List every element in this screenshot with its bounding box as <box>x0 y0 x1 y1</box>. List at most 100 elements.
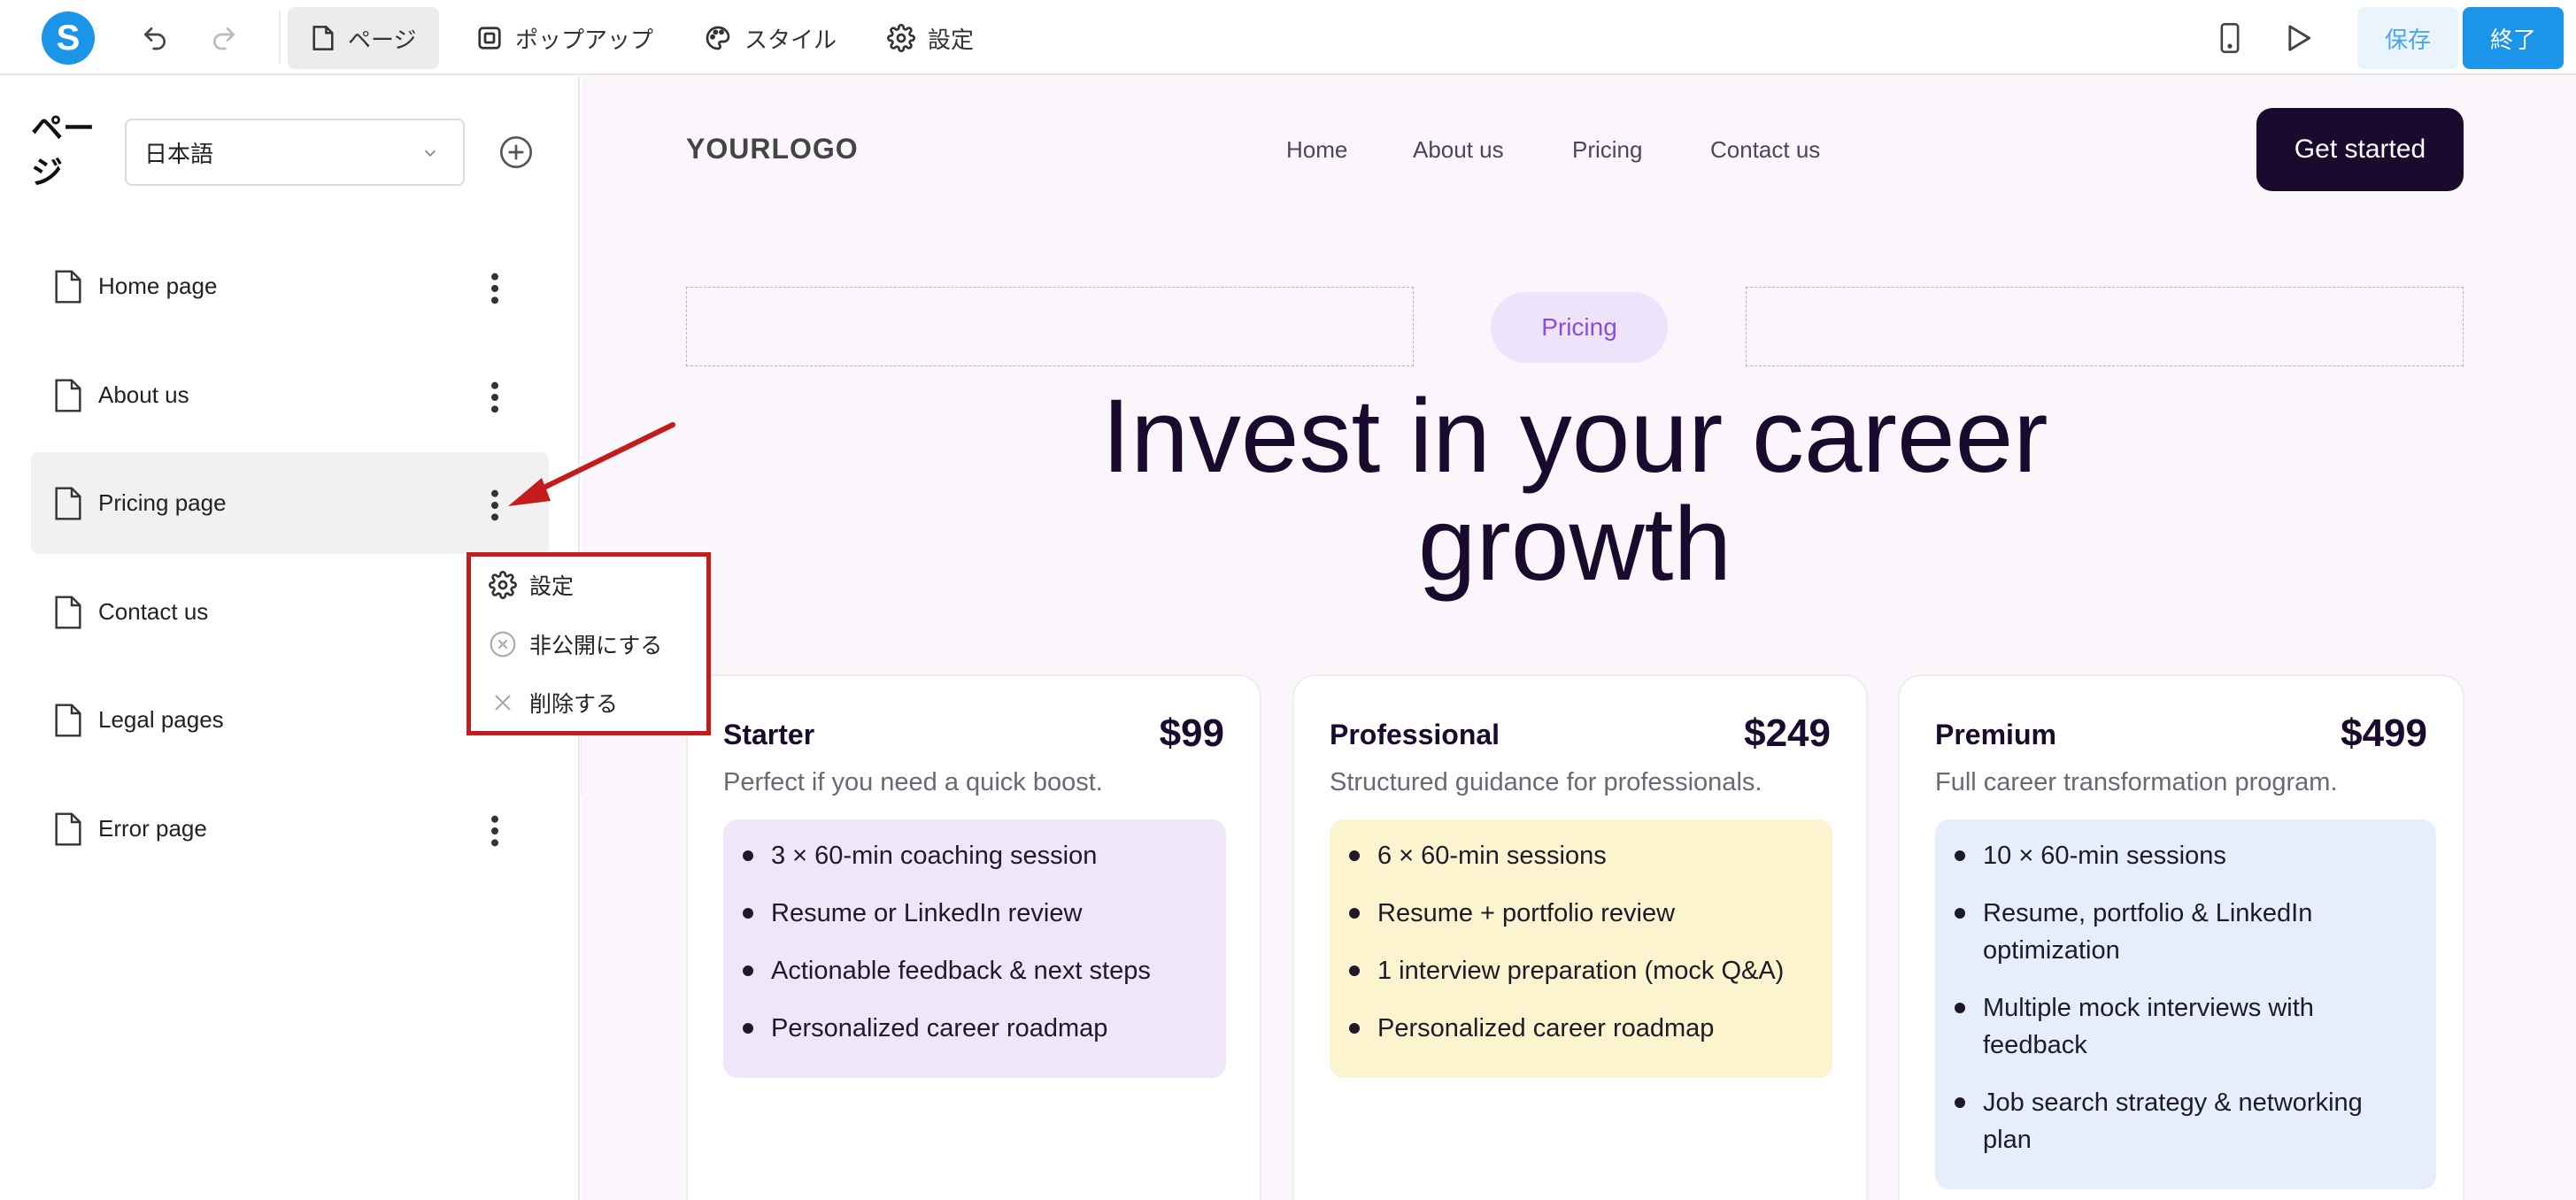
site-nav-pricing[interactable]: Pricing <box>1572 136 1642 164</box>
plan-features: 10 × 60-min sessions Resume, portfolio &… <box>1935 819 2436 1189</box>
plan-description: Full career transformation program. <box>1935 768 2338 796</box>
plan-feature: 6 × 60-min sessions <box>1330 837 1832 874</box>
plan-card-premium[interactable]: Premium $499 Full career transformation … <box>1898 674 2464 1200</box>
more-vertical-icon[interactable] <box>483 380 506 415</box>
plan-feature: Resume + portfolio review <box>1330 895 1832 932</box>
redo-button[interactable] <box>204 18 244 58</box>
page-item-label: Pricing page <box>98 489 227 516</box>
plan-price: $499 <box>2341 712 2427 755</box>
tab-popup[interactable]: ポップアップ <box>453 7 676 69</box>
language-select[interactable]: 日本語 <box>125 119 465 186</box>
page-context-menu: 設定 非公開にする 削除する <box>467 552 711 735</box>
hero-headline-line: Invest in your career <box>1101 378 2048 495</box>
plan-name: Starter <box>723 719 815 750</box>
menu-item-settings[interactable]: 設定 <box>489 567 574 603</box>
more-vertical-icon[interactable] <box>483 813 506 849</box>
plan-price: $249 <box>1744 712 1831 755</box>
plan-feature: 10 × 60-min sessions <box>1935 837 2436 874</box>
site-preview-canvas: YOURLOGO Home About us Pricing Contact u… <box>582 76 2576 1200</box>
save-button[interactable]: 保存 <box>2357 7 2458 69</box>
gear-icon <box>887 24 915 52</box>
page-icon <box>55 487 81 520</box>
tab-pages[interactable]: ページ <box>288 7 440 69</box>
plan-feature: 1 interview preparation (mock Q&A) <box>1330 952 1832 989</box>
popup-icon <box>478 27 501 50</box>
close-icon <box>495 695 511 711</box>
tab-style-label: スタイル <box>744 26 837 53</box>
plan-feature: Resume or LinkedIn review <box>723 895 1226 932</box>
undo-button[interactable] <box>135 18 175 58</box>
gear-icon <box>489 571 517 599</box>
page-item-error[interactable]: Error page <box>31 778 549 880</box>
pricing-badge: Pricing <box>1491 292 1668 363</box>
plan-features: 6 × 60-min sessions Resume + portfolio r… <box>1330 819 1832 1078</box>
page-icon <box>55 270 81 304</box>
page-item-label: About us <box>98 381 189 408</box>
tab-settings-label: 設定 <box>928 26 975 53</box>
palette-icon <box>706 26 730 50</box>
site-logo[interactable]: YOURLOGO <box>686 133 859 165</box>
menu-item-label: 設定 <box>529 574 575 599</box>
menu-item-label: 削除する <box>529 692 619 717</box>
plan-feature: Multiple mock interviews with feedback <box>1935 989 2436 1064</box>
page-icon <box>55 704 81 737</box>
tab-popup-label: ポップアップ <box>515 26 654 53</box>
plan-description: Perfect if you need a quick boost. <box>723 768 1103 796</box>
page-item-label: Error page <box>98 815 207 842</box>
tab-pages-label: ページ <box>348 26 417 53</box>
plan-feature: Personalized career roadmap <box>723 1010 1226 1047</box>
empty-block-left[interactable] <box>686 287 1414 366</box>
page-icon <box>55 596 81 629</box>
language-select-value: 日本語 <box>144 140 214 167</box>
menu-item-label: 非公開にする <box>529 634 663 658</box>
plan-price: $99 <box>1159 712 1224 755</box>
page-item-label: Contact us <box>98 598 209 625</box>
hero-headline-line: growth <box>1417 486 1732 603</box>
mobile-icon <box>2220 23 2240 53</box>
page-icon <box>55 379 81 412</box>
undo-icon <box>144 27 166 50</box>
hero-headline[interactable]: Invest in your career growth <box>686 382 2464 598</box>
plan-card-starter[interactable]: Starter $99 Perfect if you need a quick … <box>686 674 1261 1200</box>
mobile-preview-button[interactable] <box>2210 18 2250 58</box>
plan-name: Professional <box>1330 719 1500 750</box>
editor-toolbar: S ページ ポップアップ スタイル 設定 保存 終了 <box>0 0 2576 75</box>
chevron-down-icon <box>424 150 436 158</box>
plan-feature: Personalized career roadmap <box>1330 1010 1832 1047</box>
plan-feature: Job search strategy & networking plan <box>1935 1084 2436 1158</box>
tab-settings[interactable]: 設定 <box>864 7 997 69</box>
annotation-arrow <box>508 422 675 506</box>
play-icon <box>2288 25 2311 51</box>
empty-block-right[interactable] <box>1746 287 2464 366</box>
plan-description: Structured guidance for professionals. <box>1330 768 1762 796</box>
preview-button[interactable] <box>2279 18 2319 58</box>
page-item-home[interactable]: Home page <box>31 235 549 337</box>
page-item-label: Home page <box>98 273 218 299</box>
plan-feature: Actionable feedback & next steps <box>723 952 1226 989</box>
site-nav-contact[interactable]: Contact us <box>1710 136 1820 164</box>
more-vertical-icon[interactable] <box>483 271 506 306</box>
site-nav-about[interactable]: About us <box>1413 136 1504 164</box>
toolbar-divider <box>279 11 281 64</box>
app-logo[interactable]: S <box>42 12 95 65</box>
menu-item-delete[interactable]: 削除する <box>489 685 618 720</box>
panel-title: ページ <box>31 110 96 190</box>
plan-features: 3 × 60-min coaching session Resume or Li… <box>723 819 1226 1078</box>
unpublish-icon <box>490 631 516 658</box>
get-started-button[interactable]: Get started <box>2256 108 2464 191</box>
page-item-about[interactable]: About us <box>31 344 549 446</box>
plan-feature: 3 × 60-min coaching session <box>723 837 1226 874</box>
add-page-icon[interactable] <box>498 135 534 170</box>
plan-card-professional[interactable]: Professional $249 Structured guidance fo… <box>1292 674 1868 1200</box>
page-icon <box>312 26 334 50</box>
plan-name: Premium <box>1935 719 2056 750</box>
menu-item-unpublish[interactable]: 非公開にする <box>489 627 662 662</box>
redo-icon <box>213 27 235 50</box>
exit-button[interactable]: 終了 <box>2463 7 2564 69</box>
tab-style[interactable]: スタイル <box>681 7 860 69</box>
plan-feature: Resume, portfolio & LinkedIn optimizatio… <box>1935 895 2436 969</box>
page-item-label: Legal pages <box>98 706 224 733</box>
page-icon <box>55 812 81 846</box>
site-nav-home[interactable]: Home <box>1286 136 1347 164</box>
page-item-pricing[interactable]: Pricing page <box>31 452 549 554</box>
